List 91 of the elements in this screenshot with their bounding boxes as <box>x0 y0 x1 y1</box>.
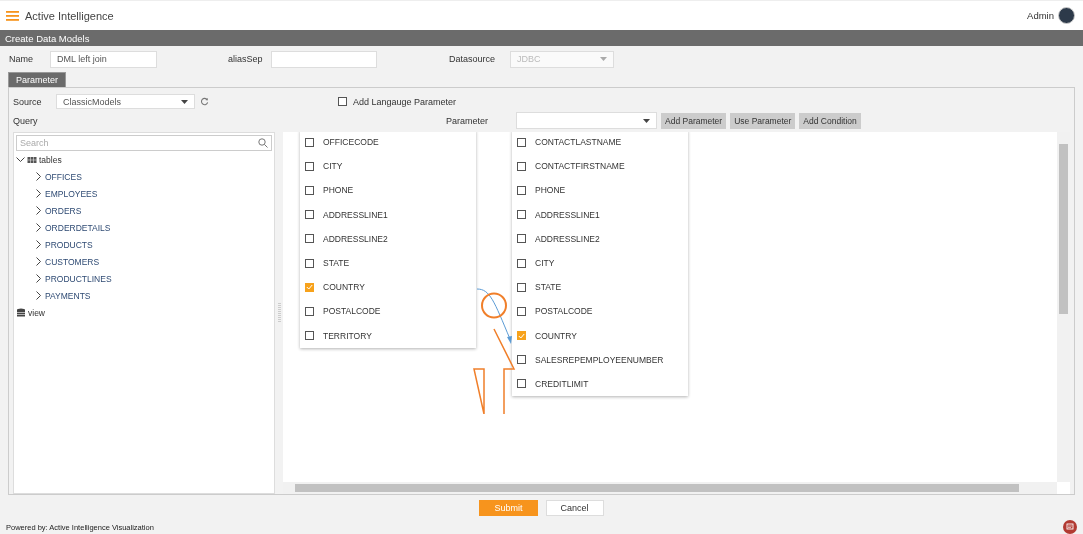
column-name: CREDITLIMIT <box>535 378 589 389</box>
checkbox[interactable] <box>517 379 526 389</box>
tree-item[interactable]: ORDERDETAILS <box>45 222 111 233</box>
column-name: COUNTRY <box>535 330 577 341</box>
checkbox[interactable] <box>517 355 526 365</box>
checkbox[interactable] <box>338 97 347 106</box>
tree-item[interactable]: EMPLOYEES <box>45 188 98 199</box>
column-name: CITY <box>323 161 343 172</box>
dropdown-caret-icon[interactable] <box>643 118 650 123</box>
query-label: Query <box>13 115 39 126</box>
checkbox[interactable] <box>517 210 526 220</box>
checkbox[interactable] <box>305 258 314 268</box>
tree-item[interactable]: CUSTOMERS <box>45 256 100 267</box>
page-title: Create Data Models <box>0 30 1083 46</box>
checkbox[interactable] <box>517 331 526 341</box>
dropdown-caret-icon[interactable] <box>181 99 188 104</box>
checkbox[interactable] <box>305 210 314 220</box>
chevron-right-icon[interactable] <box>34 189 43 198</box>
toolbar-button[interactable]: Add Parameter <box>661 112 727 129</box>
database-icon <box>16 307 26 318</box>
column-name: OFFICECODE <box>323 137 379 148</box>
checkbox[interactable] <box>305 137 314 147</box>
tree-item[interactable]: ORDERS <box>45 205 82 216</box>
search-icon[interactable] <box>258 138 268 148</box>
source-select[interactable]: ClassicModels <box>56 94 195 109</box>
checkbox[interactable] <box>305 161 314 171</box>
parameter-label: Parameter <box>446 115 490 126</box>
tree-item[interactable]: tables <box>39 154 62 165</box>
chevron-right-icon[interactable] <box>34 172 43 181</box>
column-name: STATE <box>535 282 562 293</box>
column-name: CONTACTFIRSTNAME <box>535 161 625 172</box>
column-name: POSTALCODE <box>323 306 381 317</box>
user-name[interactable]: Admin <box>1027 10 1054 21</box>
avatar[interactable] <box>1058 7 1075 24</box>
splitter-handle[interactable] <box>277 303 281 323</box>
column-name: ADDRESSLINE2 <box>323 233 388 244</box>
join-connector <box>476 287 514 345</box>
chevron-down-icon[interactable] <box>16 155 25 164</box>
column-name: SALESREPEMPLOYEENUMBER <box>535 354 664 365</box>
column-name: STATE <box>323 258 350 269</box>
toolbar-button[interactable]: Add Condition <box>799 112 861 129</box>
chevron-right-icon[interactable] <box>34 257 43 266</box>
column-name: ADDRESSLINE2 <box>535 233 600 244</box>
column-name: CITY <box>535 258 555 269</box>
chevron-right-icon[interactable] <box>34 274 43 283</box>
table-icon <box>27 154 37 165</box>
checkbox[interactable] <box>305 331 314 341</box>
column-name: CONTACTLASTNAME <box>535 137 622 148</box>
chevron-right-icon[interactable] <box>34 240 43 249</box>
tree-item[interactable]: PRODUCTLINES <box>45 273 112 284</box>
name-label: Name <box>9 54 34 64</box>
alias-label: aliasSep <box>228 54 264 64</box>
checkbox[interactable] <box>305 282 314 292</box>
datasource-label: Datasource <box>449 54 497 64</box>
column-name: PHONE <box>535 185 566 196</box>
checkbox[interactable] <box>517 137 526 147</box>
tree-item[interactable]: PRODUCTS <box>45 239 93 250</box>
checkbox[interactable] <box>517 185 526 195</box>
column-name: POSTALCODE <box>535 306 593 317</box>
column-name: ADDRESSLINE1 <box>535 209 600 220</box>
checkbox[interactable] <box>517 258 526 268</box>
chevron-right-icon[interactable] <box>34 223 43 232</box>
checkbox[interactable] <box>305 234 314 244</box>
app-title: Active Intelligence <box>25 9 115 22</box>
column-name: ADDRESSLINE1 <box>323 209 388 220</box>
highlight-circle <box>480 291 508 320</box>
checkbox[interactable] <box>305 185 314 195</box>
checkbox[interactable] <box>517 282 526 292</box>
column-name: COUNTRY <box>323 282 365 293</box>
checkbox[interactable] <box>517 161 526 171</box>
checkbox-label: Add Langauge Parameter <box>353 96 457 107</box>
tree-item[interactable]: view <box>28 307 45 318</box>
tree-item[interactable]: OFFICES <box>45 171 82 182</box>
column-name: TERRITORY <box>323 330 372 341</box>
alias-field[interactable] <box>271 50 377 68</box>
tree-item[interactable]: PAYMENTS <box>45 290 91 301</box>
checkbox[interactable] <box>305 306 314 316</box>
source-label: Source <box>13 96 43 107</box>
name-field[interactable]: DML left join <box>50 50 157 68</box>
horizontal-scrollbar[interactable] <box>283 482 1057 494</box>
chevron-right-icon[interactable] <box>34 291 43 300</box>
cancel-button[interactable]: Cancel <box>545 499 604 516</box>
search-field[interactable]: Search <box>16 135 272 151</box>
toolbar-button[interactable]: Use Parameter <box>730 112 796 129</box>
chevron-right-icon[interactable] <box>34 206 43 215</box>
column-name: PHONE <box>323 185 354 196</box>
chat-icon[interactable] <box>1063 520 1077 534</box>
checkbox[interactable] <box>517 306 526 316</box>
refresh-icon[interactable] <box>200 97 209 106</box>
tab[interactable]: Parameter <box>8 72 67 87</box>
checkbox[interactable] <box>517 234 526 244</box>
